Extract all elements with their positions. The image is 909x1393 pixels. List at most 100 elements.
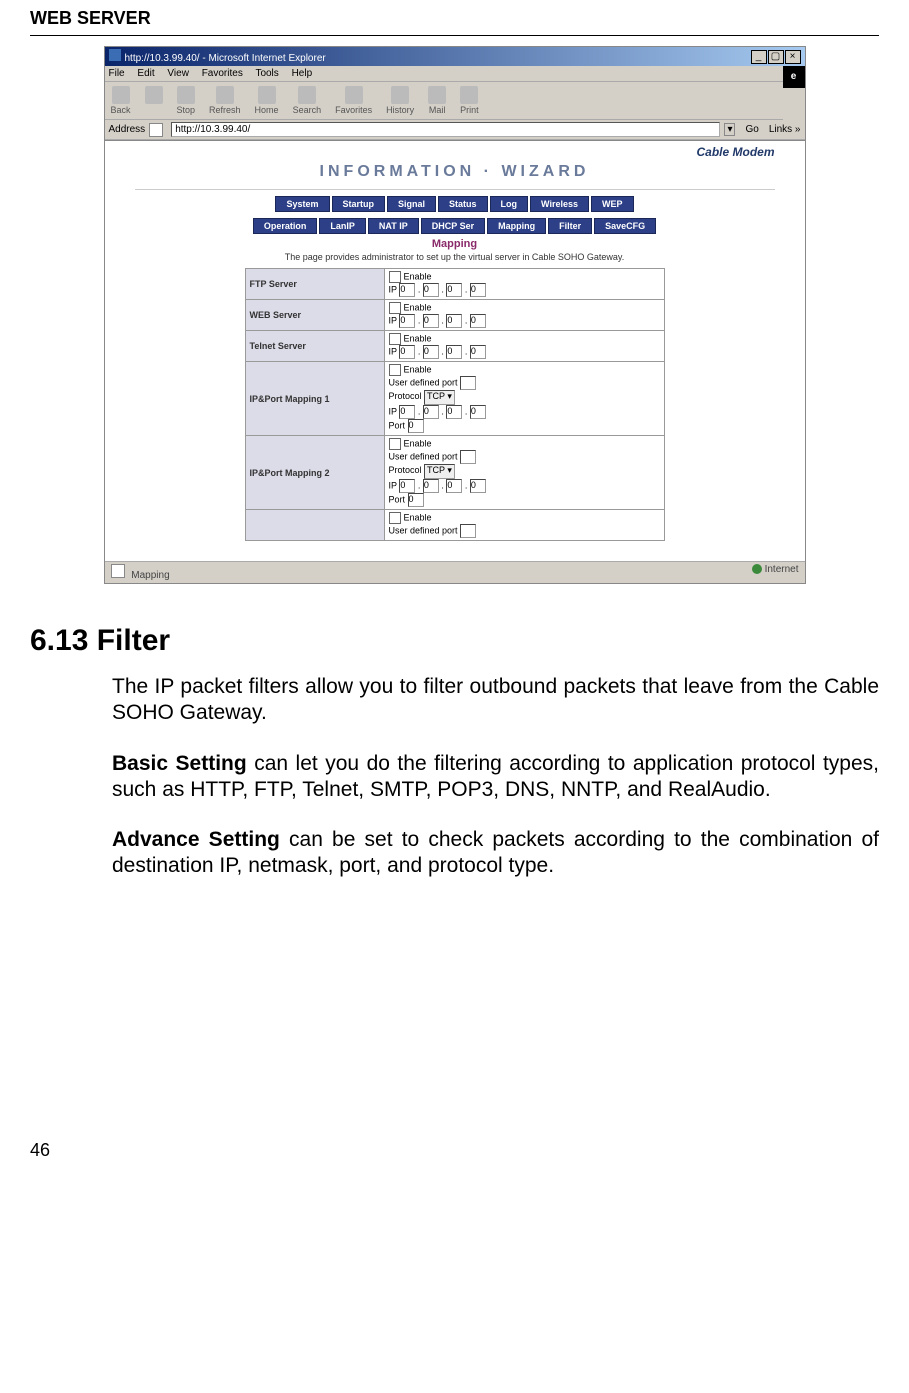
minimize-button[interactable]: _ [751,50,767,64]
basic-setting-label: Basic Setting [112,752,247,775]
print-button[interactable]: Print [460,86,479,115]
links-label[interactable]: Links » [769,124,801,135]
nav-system[interactable]: System [275,196,329,212]
address-input[interactable]: http://10.3.99.40/ [171,122,720,137]
map1-ip-2[interactable]: 0 [446,405,462,419]
section-title: Mapping [105,238,805,250]
sub-nav: Operation LanIP NAT IP DHCP Ser Mapping … [105,218,805,234]
web-row: WEB Server Enable IP 0 . 0 . 0 . 0 [245,300,664,331]
ftp-ip-0[interactable]: 0 [399,283,415,297]
map1-ip-3[interactable]: 0 [470,405,486,419]
map2-ip-0[interactable]: 0 [399,479,415,493]
stop-icon [177,86,195,104]
address-dropdown[interactable]: ▾ [724,123,735,136]
nav-wireless[interactable]: Wireless [530,196,589,212]
map1-proto-select[interactable]: TCP ▾ [424,390,455,405]
map1-enable-checkbox[interactable] [389,364,401,376]
menu-favorites[interactable]: Favorites [202,68,243,79]
web-ip-label: IP [389,315,397,325]
paragraph-2: Basic Setting can let you do the filteri… [112,751,879,804]
refresh-button[interactable]: Refresh [209,86,241,115]
map1-ip-0[interactable]: 0 [399,405,415,419]
go-button[interactable]: Go [745,124,758,135]
telnet-ip-label: IP [389,346,397,356]
ftp-ip-1[interactable]: 0 [423,283,439,297]
refresh-icon [216,86,234,104]
favorites-button[interactable]: Favorites [335,86,372,115]
map1-ip-1[interactable]: 0 [423,405,439,419]
map3-enable-checkbox[interactable] [389,512,401,524]
divider [30,35,879,36]
menu-help[interactable]: Help [292,68,313,79]
menu-file[interactable]: File [109,68,125,79]
web-ip-1[interactable]: 0 [423,314,439,328]
map1-udp-input[interactable] [460,376,476,390]
paragraph-1: The IP packet filters allow you to filte… [112,674,879,727]
ftp-enable-checkbox[interactable] [389,271,401,283]
map3-enable-label: Enable [404,512,432,522]
nav-mapping[interactable]: Mapping [487,218,546,234]
mail-button[interactable]: Mail [428,86,446,115]
nav-startup[interactable]: Startup [332,196,386,212]
telnet-ip-1[interactable]: 0 [423,345,439,359]
telnet-enable-checkbox[interactable] [389,333,401,345]
screenshot-container: http://10.3.99.40/ - Microsoft Internet … [30,46,879,584]
menu-view[interactable]: View [167,68,189,79]
map2-proto-label: Protocol [389,465,422,475]
search-button[interactable]: Search [293,86,322,115]
forward-icon [145,86,163,104]
forward-button[interactable] [145,86,163,115]
maximize-button[interactable]: ▢ [768,50,784,64]
map2-ip-2[interactable]: 0 [446,479,462,493]
map2-ip-1[interactable]: 0 [423,479,439,493]
search-label: Search [293,105,322,115]
web-ip-3[interactable]: 0 [470,314,486,328]
telnet-ip-3[interactable]: 0 [470,345,486,359]
nav-lanip[interactable]: LanIP [319,218,366,234]
nav-log[interactable]: Log [490,196,529,212]
map1-proto-value: TCP [427,391,445,401]
back-button[interactable]: Back [111,86,131,115]
telnet-ip-2[interactable]: 0 [446,345,462,359]
map1-port-input[interactable]: 0 [408,419,424,433]
map2-udp-input[interactable] [460,450,476,464]
nav-operation[interactable]: Operation [253,218,318,234]
favorites-icon [345,86,363,104]
map2-proto-select[interactable]: TCP ▾ [424,464,455,479]
print-label: Print [460,105,479,115]
search-icon [298,86,316,104]
web-enable-checkbox[interactable] [389,302,401,314]
web-ip-2[interactable]: 0 [446,314,462,328]
ftp-ip-2[interactable]: 0 [446,283,462,297]
nav-signal[interactable]: Signal [387,196,436,212]
ftp-ip-label: IP [389,284,397,294]
map2-port-input[interactable]: 0 [408,493,424,507]
nav-status[interactable]: Status [438,196,488,212]
ftp-enable-label: Enable [404,271,432,281]
map2-ip-3[interactable]: 0 [470,479,486,493]
nav-wep[interactable]: WEP [591,196,634,212]
home-button[interactable]: Home [255,86,279,115]
stop-button[interactable]: Stop [177,86,196,115]
web-ip-0[interactable]: 0 [399,314,415,328]
web-label: WEB Server [245,300,384,331]
map3-label [245,510,384,541]
map2-ip-label: IP [389,480,397,490]
nav-filter[interactable]: Filter [548,218,592,234]
map3-udp-input[interactable] [460,524,476,538]
close-button[interactable]: × [785,50,801,64]
ftp-ip-3[interactable]: 0 [470,283,486,297]
menu-edit[interactable]: Edit [137,68,154,79]
telnet-ip-0[interactable]: 0 [399,345,415,359]
nav-natip[interactable]: NAT IP [368,218,419,234]
nav-dhcp[interactable]: DHCP Ser [421,218,485,234]
nav-savecfg[interactable]: SaveCFG [594,218,656,234]
mail-icon [428,86,446,104]
menu-tools[interactable]: Tools [255,68,278,79]
stop-label: Stop [177,105,196,115]
back-label: Back [111,105,131,115]
page-content: Cable Modem INFORMATION · WIZARD System … [105,140,805,561]
status-right: Internet [765,564,799,575]
map2-enable-checkbox[interactable] [389,438,401,450]
history-button[interactable]: History [386,86,414,115]
